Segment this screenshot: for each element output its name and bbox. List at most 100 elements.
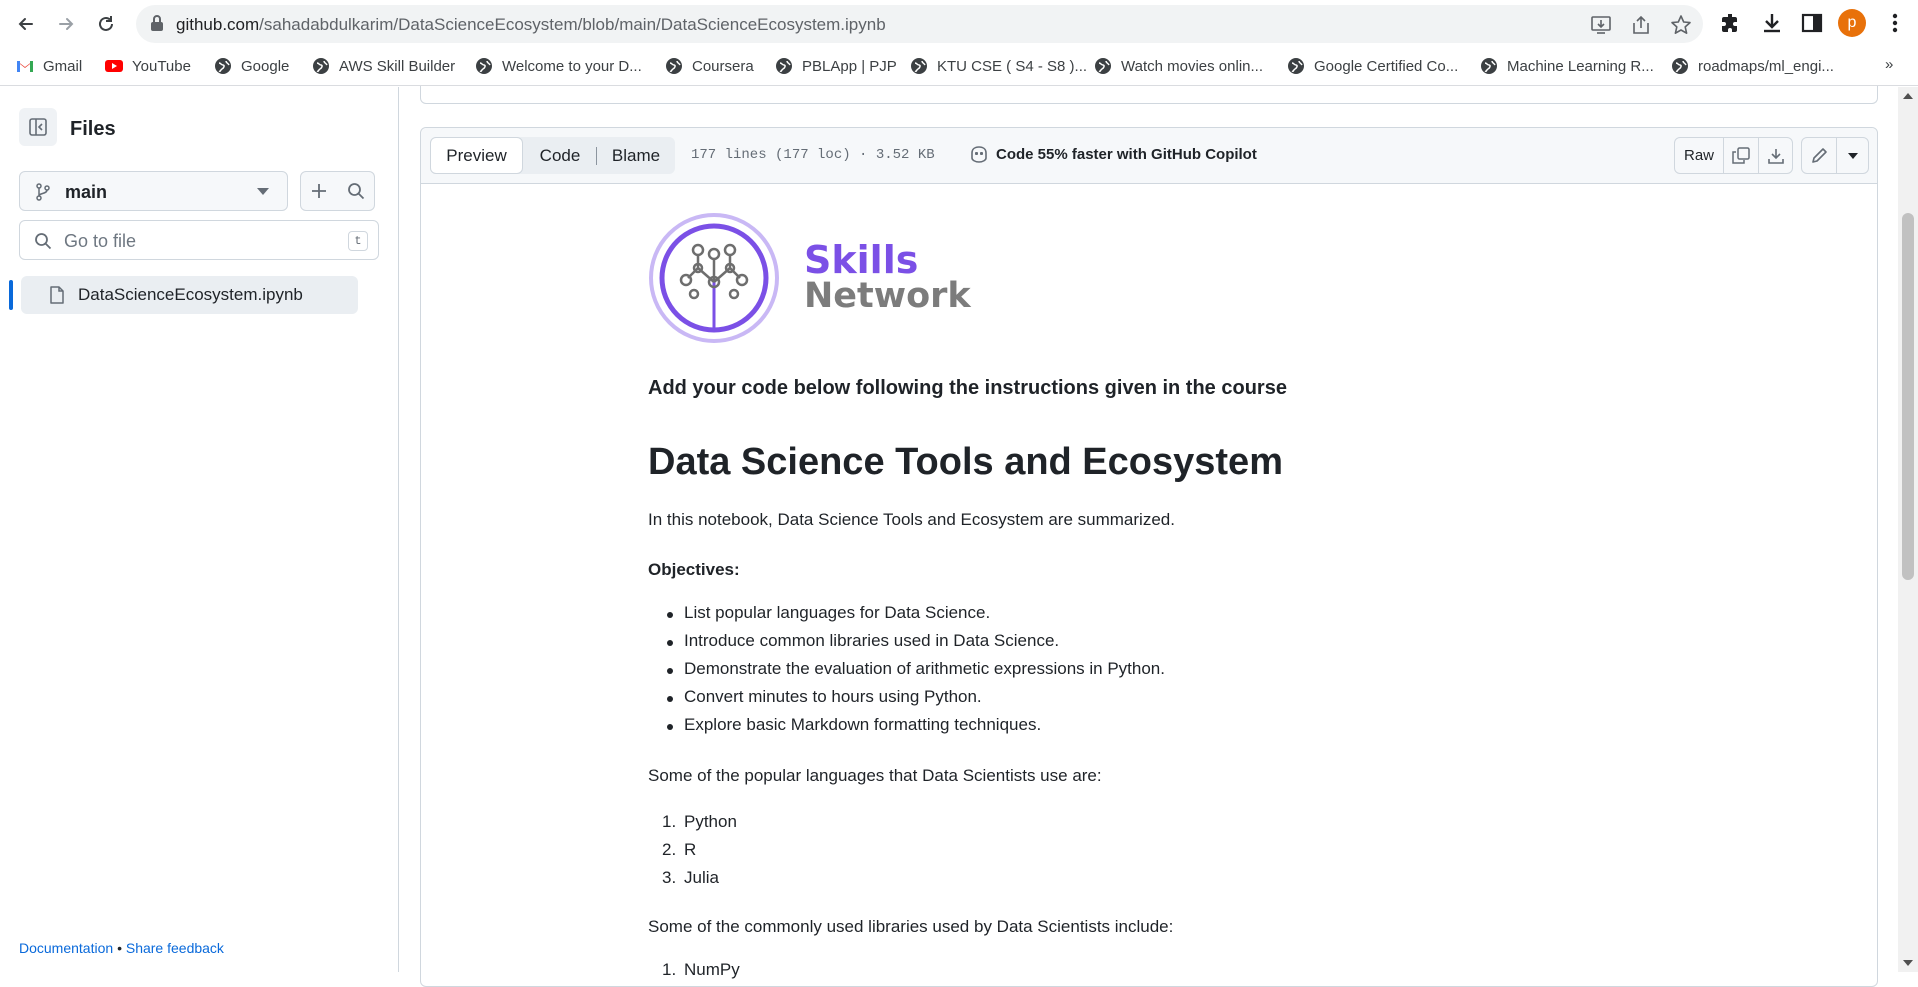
globe-icon bbox=[776, 58, 792, 74]
view-mode-tabs: Preview Code Blame bbox=[430, 137, 675, 174]
bookmark-coursera[interactable]: Coursera bbox=[665, 56, 754, 76]
sidebar-footer: Documentation • Share feedback bbox=[19, 940, 224, 956]
browser-menu-icon[interactable] bbox=[1885, 10, 1905, 36]
gmail-icon bbox=[17, 61, 33, 72]
globe-icon bbox=[911, 58, 927, 74]
globe-icon bbox=[1672, 58, 1688, 74]
file-tree-pane: Files main t DataScienceEcosystem.ipynb … bbox=[0, 87, 399, 972]
reload-button[interactable] bbox=[92, 10, 120, 38]
tab-code[interactable]: Code bbox=[525, 137, 595, 174]
go-to-file-input[interactable] bbox=[64, 229, 324, 253]
search-icon bbox=[347, 183, 364, 200]
intro-paragraph: In this notebook, Data Science Tools and… bbox=[648, 510, 1175, 529]
profile-avatar[interactable]: p bbox=[1838, 9, 1866, 37]
bookmark-watch-movies[interactable]: Watch movies onlin... bbox=[1094, 56, 1263, 76]
forward-button[interactable] bbox=[52, 10, 80, 38]
bookmarks-bar: Gmail YouTube Google AWS Skill Builder W… bbox=[0, 46, 1918, 86]
file-tree-item-label: DataScienceEcosystem.ipynb bbox=[78, 285, 303, 304]
edit-options-button[interactable] bbox=[1837, 138, 1869, 173]
skills-network-logo bbox=[649, 213, 779, 343]
tab-preview[interactable]: Preview bbox=[430, 137, 523, 174]
search-icon bbox=[34, 232, 52, 255]
back-button[interactable] bbox=[12, 10, 40, 38]
edit-file-button[interactable] bbox=[1802, 138, 1836, 173]
list-item: Convert minutes to hours using Python. bbox=[662, 687, 1165, 715]
copilot-icon bbox=[971, 146, 987, 163]
file-stats: 177 lines (177 loc) · 3.52 KB bbox=[691, 147, 935, 163]
globe-icon bbox=[215, 58, 231, 74]
bookmark-welcome[interactable]: Welcome to your D... bbox=[475, 56, 642, 76]
list-item: 1. NumPy bbox=[662, 960, 740, 979]
edit-group bbox=[1801, 137, 1869, 174]
footer-separator: • bbox=[117, 940, 122, 956]
bookmark-youtube[interactable]: YouTube bbox=[105, 56, 191, 76]
downloads-icon[interactable] bbox=[1760, 11, 1784, 35]
globe-icon bbox=[1288, 58, 1304, 74]
languages-list: 1. Python 2. R 3. Julia bbox=[662, 812, 737, 896]
bookmark-aws-skill-builder[interactable]: AWS Skill Builder bbox=[312, 56, 455, 76]
bookmark-star-icon[interactable] bbox=[1670, 14, 1692, 36]
list-item: Introduce common libraries used in Data … bbox=[662, 631, 1165, 659]
documentation-link[interactable]: Documentation bbox=[19, 940, 113, 956]
go-to-file-field[interactable]: t bbox=[19, 220, 379, 260]
page-scrollbar[interactable] bbox=[1898, 87, 1918, 972]
url-text: github.com/sahadabdulkarim/DataScienceEc… bbox=[176, 15, 886, 34]
scroll-down-arrow[interactable] bbox=[1903, 960, 1913, 966]
copilot-promo-label: Code 55% faster with GitHub Copilot bbox=[996, 145, 1257, 163]
objectives-label: Objectives: bbox=[648, 560, 740, 579]
notebook-title: Data Science Tools and Ecosystem bbox=[648, 441, 1283, 483]
list-item: 2. R bbox=[662, 840, 697, 859]
side-panel-icon[interactable] bbox=[1800, 11, 1824, 35]
globe-icon bbox=[1095, 58, 1111, 74]
active-file-marker bbox=[9, 280, 13, 310]
bookmark-pblapp[interactable]: PBLApp | PJP bbox=[775, 56, 897, 76]
instruction-heading: Add your code below following the instru… bbox=[648, 377, 1287, 399]
file-tree-item[interactable]: DataScienceEcosystem.ipynb bbox=[21, 276, 358, 314]
chevron-down-icon bbox=[1848, 152, 1858, 159]
bookmark-ktu-cse[interactable]: KTU CSE ( S4 - S8 )... bbox=[910, 56, 1087, 76]
globe-icon bbox=[666, 58, 682, 74]
shortcut-hint: t bbox=[348, 231, 368, 251]
address-bar[interactable]: github.com/sahadabdulkarim/DataScienceEc… bbox=[136, 5, 1703, 43]
download-icon bbox=[1768, 148, 1784, 164]
globe-icon bbox=[1481, 58, 1497, 74]
bookmark-roadmaps[interactable]: roadmaps/ml_engi... bbox=[1671, 56, 1834, 76]
scroll-thumb[interactable] bbox=[1902, 213, 1914, 580]
add-file-button[interactable] bbox=[300, 171, 338, 211]
search-files-button[interactable] bbox=[337, 171, 375, 211]
branch-selector[interactable]: main bbox=[19, 171, 288, 211]
share-icon[interactable] bbox=[1630, 14, 1652, 36]
sidebar-collapse-icon bbox=[29, 118, 47, 136]
extensions-icon[interactable] bbox=[1719, 11, 1743, 35]
libraries-intro: Some of the commonly used libraries used… bbox=[648, 917, 1174, 936]
share-feedback-link[interactable]: Share feedback bbox=[126, 940, 224, 956]
copilot-promo[interactable]: Code 55% faster with GitHub Copilot bbox=[969, 145, 1257, 163]
copy-icon bbox=[1732, 146, 1750, 164]
branch-icon bbox=[35, 183, 51, 206]
raw-button[interactable]: Raw bbox=[1675, 138, 1723, 173]
globe-icon bbox=[476, 58, 492, 74]
list-item: Explore basic Markdown formatting techni… bbox=[662, 715, 1165, 743]
list-item: 1. Python bbox=[662, 812, 737, 831]
globe-icon bbox=[313, 58, 329, 74]
file-header-strip bbox=[420, 86, 1878, 104]
collapse-file-tree-button[interactable] bbox=[19, 108, 57, 146]
branch-name: main bbox=[65, 182, 108, 202]
download-raw-button[interactable] bbox=[1759, 138, 1793, 173]
scroll-up-arrow[interactable] bbox=[1903, 93, 1913, 99]
bookmark-gmail[interactable]: Gmail bbox=[16, 56, 82, 76]
install-app-icon[interactable] bbox=[1590, 14, 1612, 36]
lock-icon bbox=[150, 14, 164, 37]
bookmark-machine-learning[interactable]: Machine Learning R... bbox=[1480, 56, 1654, 76]
bookmark-google[interactable]: Google bbox=[214, 56, 289, 76]
bookmark-google-certified[interactable]: Google Certified Co... bbox=[1287, 56, 1458, 76]
youtube-icon bbox=[105, 60, 123, 72]
list-item: List popular languages for Data Science. bbox=[662, 603, 1165, 631]
tab-blame[interactable]: Blame bbox=[597, 137, 675, 174]
copy-raw-button[interactable] bbox=[1724, 138, 1758, 173]
objectives-list: List popular languages for Data Science.… bbox=[662, 603, 1165, 743]
more-bookmarks-button[interactable]: » bbox=[1885, 56, 1893, 73]
file-container: Preview Code Blame 177 lines (177 loc) ·… bbox=[420, 127, 1878, 987]
list-item: Demonstrate the evaluation of arithmetic… bbox=[662, 659, 1165, 687]
list-item: 3. Julia bbox=[662, 868, 719, 887]
